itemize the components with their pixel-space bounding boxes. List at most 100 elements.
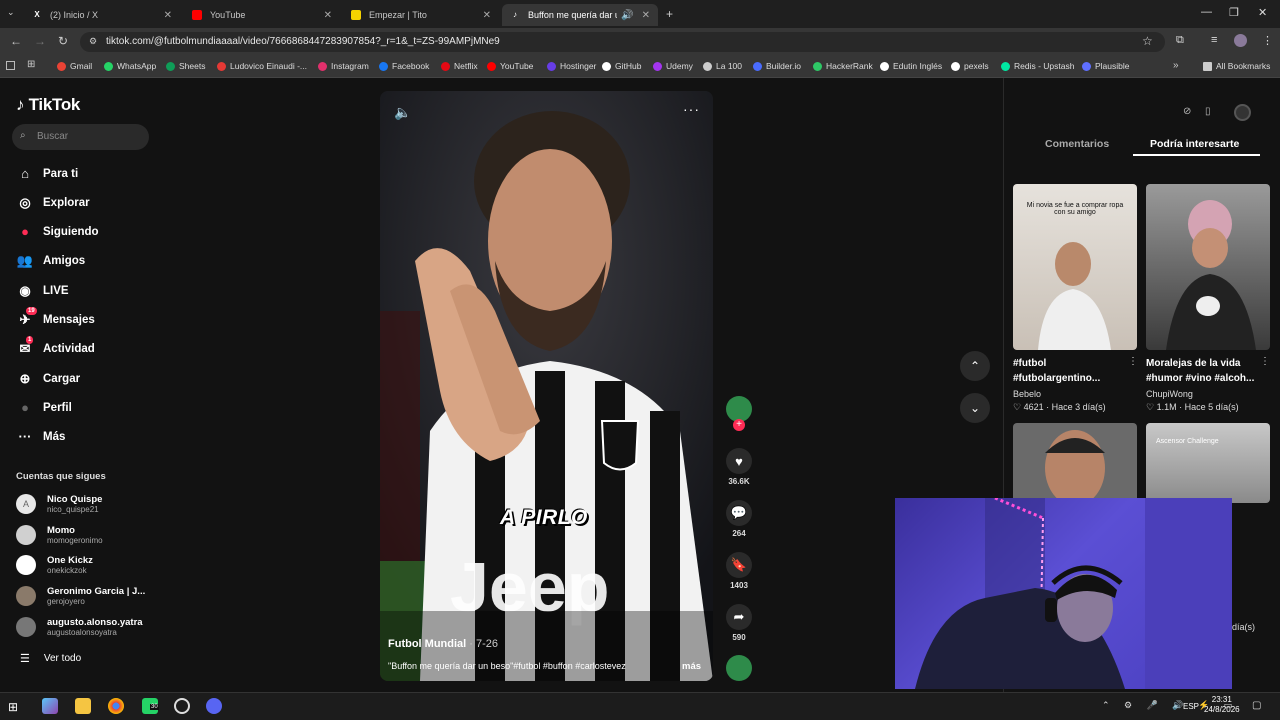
nav-item-explorar[interactable]: ◎ Explorar bbox=[16, 194, 89, 212]
following-account[interactable]: augusto.alonso.yatra augustoalonsoyatra bbox=[16, 617, 143, 637]
back-button[interactable]: ← bbox=[10, 34, 22, 48]
restore-button[interactable]: ❐ bbox=[1229, 6, 1239, 19]
save-button[interactable]: 🔖 1403 bbox=[726, 552, 752, 590]
browser-tab-tiktok[interactable]: ♪ Buffon me quería dar un be 🔊 ✕ bbox=[502, 4, 658, 26]
browser-tab-tito[interactable]: Empezar | Tito ✕ bbox=[343, 4, 499, 26]
nav-item-cargar[interactable]: ⊕ Cargar bbox=[16, 370, 81, 388]
nav-item-amigos[interactable]: 👥 Amigos bbox=[16, 252, 85, 270]
all-bookmarks[interactable]: All Bookmarks bbox=[1203, 61, 1270, 71]
video-options-icon[interactable]: ··· bbox=[683, 101, 700, 117]
creator-avatar[interactable]: + bbox=[726, 396, 752, 431]
bookmark-item[interactable]: Gmail bbox=[57, 61, 92, 71]
embed-icon[interactable]: ⊘ bbox=[1183, 106, 1191, 117]
nav-item-actividad[interactable]: ✉ 1 Actividad bbox=[16, 336, 95, 358]
address-bar[interactable]: tiktok.com/@futbolmundiaaaal/video/76668… bbox=[80, 32, 1165, 52]
close-icon[interactable]: ✕ bbox=[483, 10, 491, 21]
browser-menu-icon[interactable]: ⋮ bbox=[1262, 34, 1273, 47]
grid-icon[interactable]: ⊞ bbox=[27, 59, 35, 70]
browser-tab-x[interactable]: X (2) Inicio / X ✕ bbox=[24, 4, 180, 26]
tiktok-logo[interactable]: ♪ TikTok bbox=[16, 95, 80, 115]
bookmark-item[interactable]: Plausible bbox=[1082, 61, 1130, 71]
windows-start-icon[interactable]: ⊞ bbox=[8, 698, 24, 714]
bookmark-item[interactable]: WhatsApp bbox=[104, 61, 156, 71]
user-avatar[interactable] bbox=[1234, 104, 1251, 121]
phone-icon[interactable]: ▯ bbox=[1205, 106, 1211, 117]
whatsapp-icon[interactable]: 30 bbox=[142, 698, 159, 714]
comment-button[interactable]: 💬 264 bbox=[726, 500, 752, 538]
options-icon[interactable]: ⋮ bbox=[1260, 356, 1270, 367]
profile-avatar[interactable] bbox=[1234, 34, 1247, 47]
recommended-video-author[interactable]: Bebelo bbox=[1013, 389, 1041, 399]
file-explorer-icon[interactable] bbox=[75, 698, 91, 714]
clock[interactable]: 23:31 24/8/2026 bbox=[1204, 695, 1240, 715]
video-player[interactable]: Jeep bbox=[380, 91, 713, 681]
recommended-video-title[interactable]: Moralejas de la vida #humor #vino #alcoh.… bbox=[1146, 356, 1254, 386]
bookmark-star-icon[interactable]: ☆ bbox=[1142, 34, 1153, 48]
notifications-icon[interactable]: ▢ bbox=[1252, 700, 1261, 711]
bookmark-item[interactable]: Edutin Inglés bbox=[880, 61, 942, 71]
like-button[interactable]: ♥ 36.6K bbox=[726, 448, 752, 486]
following-account[interactable]: A Nico Quispe nico_quispe21 bbox=[16, 494, 102, 514]
volume-icon[interactable]: 🔈 bbox=[394, 104, 411, 121]
bookmark-item[interactable]: Builder.io bbox=[753, 61, 801, 71]
bookmark-item[interactable]: La 100 bbox=[703, 61, 742, 71]
following-account[interactable]: Momo momogeronimo bbox=[16, 525, 103, 545]
recommended-video-author[interactable]: ChupiWong bbox=[1146, 389, 1193, 399]
previous-video-button[interactable]: ⌃ bbox=[960, 351, 990, 381]
chrome-icon[interactable] bbox=[108, 698, 124, 714]
share-button[interactable]: ➦ 590 bbox=[726, 604, 752, 642]
see-all-link[interactable]: ☰ Ver todo bbox=[20, 652, 81, 665]
nav-item-live[interactable]: ◉ LIVE bbox=[16, 282, 68, 300]
follow-plus-icon[interactable]: + bbox=[733, 419, 745, 431]
apps-icon[interactable] bbox=[6, 61, 15, 70]
discord-icon[interactable] bbox=[206, 698, 222, 714]
bookmark-item[interactable]: Ludovico Einaudi -... bbox=[217, 61, 307, 71]
video-author[interactable]: Futbol Mundial · 7-26 bbox=[388, 638, 498, 650]
bookmark-item[interactable]: HackerRank bbox=[813, 61, 873, 71]
music-disc[interactable] bbox=[726, 655, 752, 681]
more-link[interactable]: más bbox=[682, 661, 701, 672]
bookmark-item[interactable]: Hostinger bbox=[547, 61, 596, 71]
recommended-video-thumbnail[interactable]: Mi novia se fue a comprar ropa con su am… bbox=[1013, 184, 1137, 350]
nav-item-más[interactable]: ··· Más bbox=[16, 428, 66, 446]
bookmark-item[interactable]: GitHub bbox=[602, 61, 641, 71]
copilot-icon[interactable] bbox=[42, 698, 58, 714]
media-icon[interactable]: ≡ bbox=[1211, 34, 1217, 46]
options-icon[interactable]: ⋮ bbox=[1128, 356, 1138, 367]
recommended-video-thumbnail[interactable] bbox=[1013, 423, 1137, 503]
following-account[interactable]: Geronimo Garcia | J... gerojoyero bbox=[16, 586, 145, 606]
nav-item-para-ti[interactable]: ⌂ Para ti bbox=[16, 165, 78, 183]
following-account[interactable]: One Kickz onekickzok bbox=[16, 555, 93, 575]
new-tab-button[interactable]: + bbox=[666, 7, 673, 21]
bookmark-item[interactable]: Instagram bbox=[318, 61, 369, 71]
close-icon[interactable]: ✕ bbox=[324, 10, 332, 21]
reload-button[interactable]: ↻ bbox=[58, 34, 68, 48]
tab-podria-interesarte[interactable]: Podría interesarte bbox=[1150, 138, 1239, 150]
close-icon[interactable]: ✕ bbox=[642, 10, 650, 21]
nav-item-perfil[interactable]: ● Perfil bbox=[16, 399, 72, 417]
nav-item-siguiendo[interactable]: ● Siguiendo bbox=[16, 223, 99, 241]
browser-tab-youtube[interactable]: YouTube ✕ bbox=[184, 4, 340, 26]
bookmark-item[interactable]: Sheets bbox=[166, 61, 205, 71]
extensions-icon[interactable]: ⧉ bbox=[1176, 34, 1184, 47]
close-icon[interactable]: ✕ bbox=[164, 10, 172, 21]
search-input[interactable]: Buscar bbox=[12, 124, 149, 150]
bookmark-item[interactable]: Redis - Upstash bbox=[1001, 61, 1074, 71]
bookmarks-overflow-icon[interactable]: » bbox=[1173, 60, 1179, 71]
close-window-button[interactable]: ✕ bbox=[1258, 6, 1267, 19]
forward-button[interactable]: → bbox=[34, 34, 46, 48]
next-video-button[interactable]: ⌄ bbox=[960, 393, 990, 423]
recommended-video-title[interactable]: #futbol #futbolargentino... bbox=[1013, 356, 1100, 386]
bookmark-item[interactable]: YouTube bbox=[487, 61, 533, 71]
nav-item-mensajes[interactable]: ✈ 19 Mensajes bbox=[16, 307, 95, 329]
site-info-icon[interactable]: ⚙ bbox=[89, 36, 97, 47]
tab-search-button[interactable]: ⌄ bbox=[7, 7, 15, 18]
bookmark-item[interactable]: pexels bbox=[951, 61, 989, 71]
bookmark-item[interactable]: Facebook bbox=[379, 61, 429, 71]
obs-icon[interactable] bbox=[174, 698, 190, 714]
language-indicator[interactable]: ESP bbox=[1183, 702, 1199, 711]
recommended-video-thumbnail[interactable]: Ascensor Challenge bbox=[1146, 423, 1270, 503]
minimize-button[interactable]: — bbox=[1201, 6, 1212, 18]
bookmark-item[interactable]: Netflix bbox=[441, 61, 478, 71]
recommended-video-thumbnail[interactable] bbox=[1146, 184, 1270, 350]
